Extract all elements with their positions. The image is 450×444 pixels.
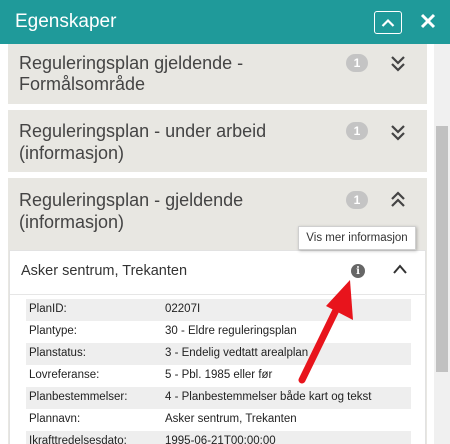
panel-header: Egenskaper: [0, 0, 450, 44]
property-value: 3 - Endelig vedtatt arealplan: [165, 347, 309, 359]
count-badge: 1: [346, 191, 368, 209]
section-title-line2: (informasjon): [19, 143, 125, 163]
tooltip: Vis mer informasjon: [298, 226, 416, 250]
property-value: 02207I: [165, 303, 201, 315]
count-badge: 1: [346, 122, 368, 140]
count-badge: 1: [346, 54, 368, 72]
section-title-line1: Reguleringsplan - under arbeid: [19, 121, 267, 141]
section-formalsomrade[interactable]: Reguleringsplan gjeldende - Formålsområd…: [8, 44, 427, 104]
chevron-double-down-icon[interactable]: [389, 53, 407, 73]
chevron-up-icon: [381, 18, 395, 27]
section-title-line1: Reguleringsplan - gjeldende: [19, 190, 244, 210]
table-row: Ikrafttredelsesdato: 1995-06-21T00:00:00: [26, 431, 411, 444]
close-icon: [420, 13, 436, 28]
red-arrow-annotation: [298, 280, 353, 384]
chevron-double-down-icon[interactable]: [389, 122, 407, 142]
collapse-panel-button[interactable]: [374, 11, 402, 34]
property-value: Asker sentrum, Trekanten: [165, 413, 297, 425]
scrollbar[interactable]: [434, 44, 450, 444]
property-key: Planstatus:: [29, 347, 86, 359]
table-row: Planbestemmelser: 4 - Planbestemmelser b…: [26, 387, 411, 409]
property-key: Plannavn:: [29, 413, 81, 425]
property-key: Plantype:: [29, 325, 77, 337]
scrollbar-thumb[interactable]: [436, 126, 448, 372]
close-panel-button[interactable]: [414, 9, 442, 32]
properties-panel: Egenskaper Reguleringsplan gjeldende - F…: [0, 0, 450, 444]
property-value: 5 - Pbl. 1985 eller før: [165, 369, 273, 381]
property-key: Ikrafttredelsesdato:: [29, 435, 127, 444]
feature-card: Asker sentrum, Trekanten i PlanID: 02207…: [9, 250, 427, 444]
section-title-line2: (informasjon): [19, 212, 125, 232]
property-value: 4 - Planbestemmelser både kart og tekst: [165, 391, 372, 403]
panel-title: Egenskaper: [15, 11, 117, 32]
section-title-line1: Reguleringsplan gjeldende -: [19, 53, 244, 73]
chevron-double-up-icon[interactable]: [389, 190, 407, 210]
property-key: Lovreferanse:: [29, 369, 100, 381]
chevron-up-icon[interactable]: [392, 263, 408, 275]
section-under-arbeid[interactable]: Reguleringsplan - under arbeid (informas…: [8, 110, 427, 172]
property-key: Planbestemmelser:: [29, 391, 128, 403]
property-value: 1995-06-21T00:00:00: [165, 435, 276, 444]
property-key: PlanID:: [29, 303, 67, 315]
feature-title: Asker sentrum, Trekanten: [21, 263, 188, 279]
property-value: 30 - Eldre reguleringsplan: [165, 325, 297, 337]
section-title-line2: Formålsområde: [19, 74, 146, 94]
table-row: Plannavn: Asker sentrum, Trekanten: [26, 409, 411, 431]
feature-header[interactable]: Asker sentrum, Trekanten i: [10, 251, 427, 295]
